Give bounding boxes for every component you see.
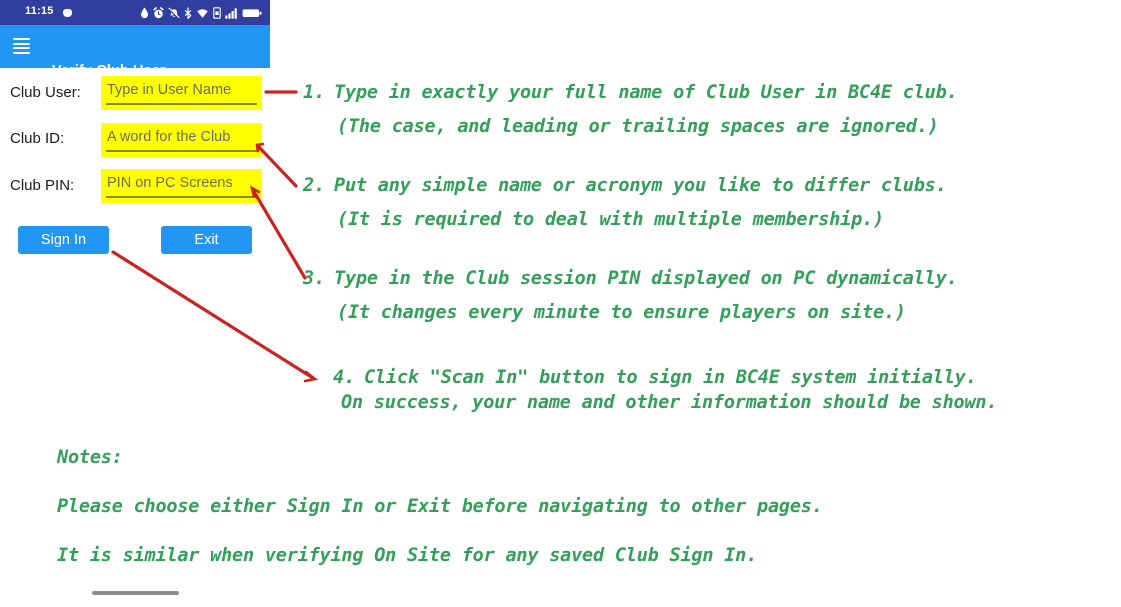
app-bar: Verify Club User — [0, 25, 270, 79]
notification-dot-icon — [63, 9, 72, 17]
bluetooth-icon — [184, 7, 192, 19]
input-club-pin[interactable]: PIN on PC Screens — [101, 169, 262, 203]
arrow-from-sign-in — [111, 250, 315, 380]
step-2-number: 2. — [303, 175, 325, 196]
signal-bars-icon — [225, 7, 238, 19]
step-3-text: Type in the Club session PIN displayed o… — [334, 268, 958, 289]
status-bar: 11:15 — [0, 0, 270, 25]
notes-heading: Notes: — [57, 447, 123, 468]
arrow-head-step-4 — [303, 370, 319, 383]
label-club-user: Club User: — [10, 84, 81, 101]
step-2-subtext: (It is required to deal with multiple me… — [337, 209, 884, 230]
label-club-pin: Club PIN: — [10, 177, 75, 194]
step-2-text: Put any simple name or acronym you like … — [334, 175, 947, 196]
phone-app-panel: 11:15 Verify Club User — [0, 0, 270, 79]
step-1-subtext: (The case, and leading or trailing space… — [337, 116, 939, 137]
input-club-user-placeholder: Type in User Name — [107, 82, 232, 98]
input-club-id-placeholder: A word for the Club — [107, 129, 231, 145]
arrow-to-club-id — [256, 144, 298, 188]
step-1-number: 1. — [303, 82, 325, 103]
input-club-pin-placeholder: PIN on PC Screens — [107, 175, 233, 191]
bell-muted-icon — [168, 6, 180, 20]
input-underline — [106, 196, 257, 198]
input-club-id[interactable]: A word for the Club — [101, 123, 262, 157]
label-club-id: Club ID: — [10, 130, 65, 147]
sim-card-icon — [213, 6, 221, 19]
status-bar-time: 11:15 — [25, 5, 54, 17]
input-club-user[interactable]: Type in User Name — [101, 76, 262, 110]
step-4-text: Click "Scan In" button to sign in BC4E s… — [364, 367, 977, 388]
wifi-icon — [196, 7, 209, 19]
step-1-text: Type in exactly your full name of Club U… — [334, 82, 958, 103]
input-underline — [106, 103, 257, 105]
battery-icon — [242, 7, 262, 19]
step-4-number: 4. — [333, 367, 355, 388]
exit-button[interactable]: Exit — [161, 226, 252, 254]
step-3-subtext: (It changes every minute to ensure playe… — [337, 302, 906, 323]
input-underline — [106, 150, 257, 152]
hamburger-menu-icon[interactable] — [13, 38, 30, 54]
arrow-to-club-pin — [251, 188, 307, 280]
water-drop-icon — [140, 7, 149, 19]
step-4-subtext: On success, your name and other informat… — [341, 392, 998, 413]
note-line-1: Please choose either Sign In or Exit bef… — [57, 496, 823, 517]
note-line-2: It is similar when verifying On Site for… — [57, 545, 758, 566]
sign-in-button[interactable]: Sign In — [18, 226, 109, 254]
alarm-clock-icon — [153, 6, 164, 19]
step-3-number: 3. — [303, 268, 325, 289]
home-gesture-bar[interactable] — [92, 591, 179, 595]
status-bar-icons — [140, 4, 262, 21]
